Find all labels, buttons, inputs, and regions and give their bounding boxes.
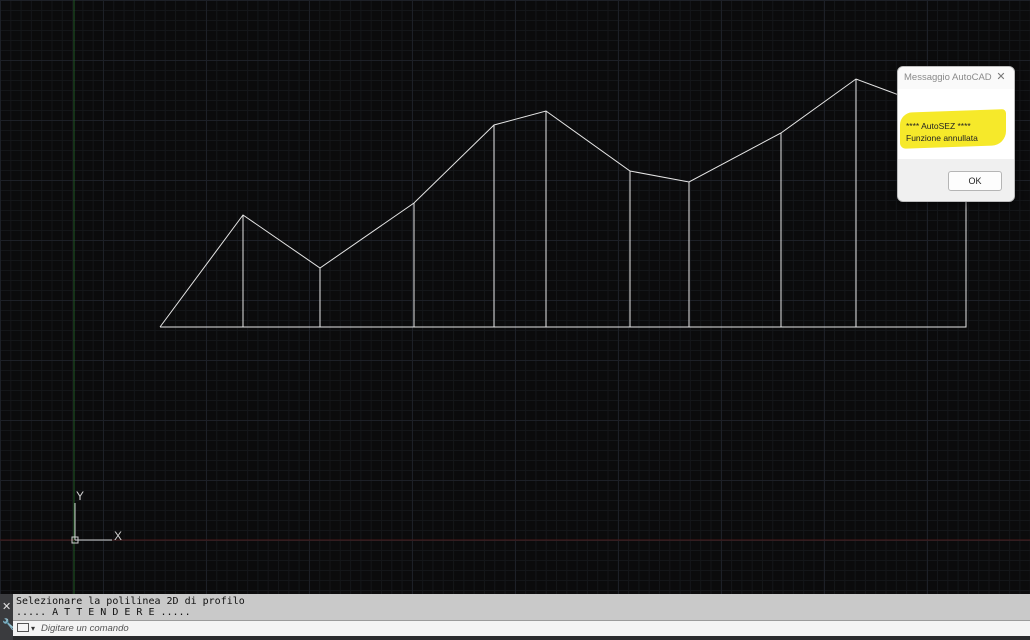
- message-dialog: Messaggio AutoCAD ✕ **** AutoSEZ **** Fu…: [897, 66, 1015, 202]
- ok-button[interactable]: OK: [948, 171, 1002, 191]
- command-history: Selezionare la polilinea 2D di profilo .…: [13, 594, 1030, 620]
- command-line-sidebar: ✕ 🔧: [0, 594, 16, 640]
- command-history-line: Selezionare la polilinea 2D di profilo: [16, 596, 245, 607]
- drawing-svg[interactable]: [0, 0, 1030, 594]
- profile-polyline[interactable]: [159, 78, 967, 328]
- dialog-titlebar[interactable]: Messaggio AutoCAD ✕: [898, 67, 1014, 89]
- ucs-y-label: Y: [76, 489, 85, 503]
- close-icon[interactable]: ✕: [2, 600, 11, 613]
- dialog-footer: OK: [898, 159, 1014, 201]
- command-prompt-icon[interactable]: [17, 623, 29, 632]
- command-input-row: ▾: [13, 620, 1030, 636]
- chevron-down-icon[interactable]: ▾: [31, 621, 35, 636]
- dialog-title: Messaggio AutoCAD: [904, 72, 992, 83]
- dialog-message-title: **** AutoSEZ ****: [906, 121, 971, 131]
- command-input[interactable]: [41, 621, 941, 636]
- ucs-x-label: X: [114, 529, 123, 543]
- command-history-line: ..... A T T E N D E R E .....: [16, 607, 191, 618]
- close-icon[interactable]: ✕: [994, 70, 1008, 84]
- command-line-panel: ✕ 🔧 Selezionare la polilinea 2D di profi…: [0, 594, 1030, 640]
- dialog-message-text: Funzione annullata: [906, 133, 978, 143]
- drawing-canvas[interactable]: Y X: [0, 0, 1030, 594]
- ucs-icon: [71, 503, 112, 544]
